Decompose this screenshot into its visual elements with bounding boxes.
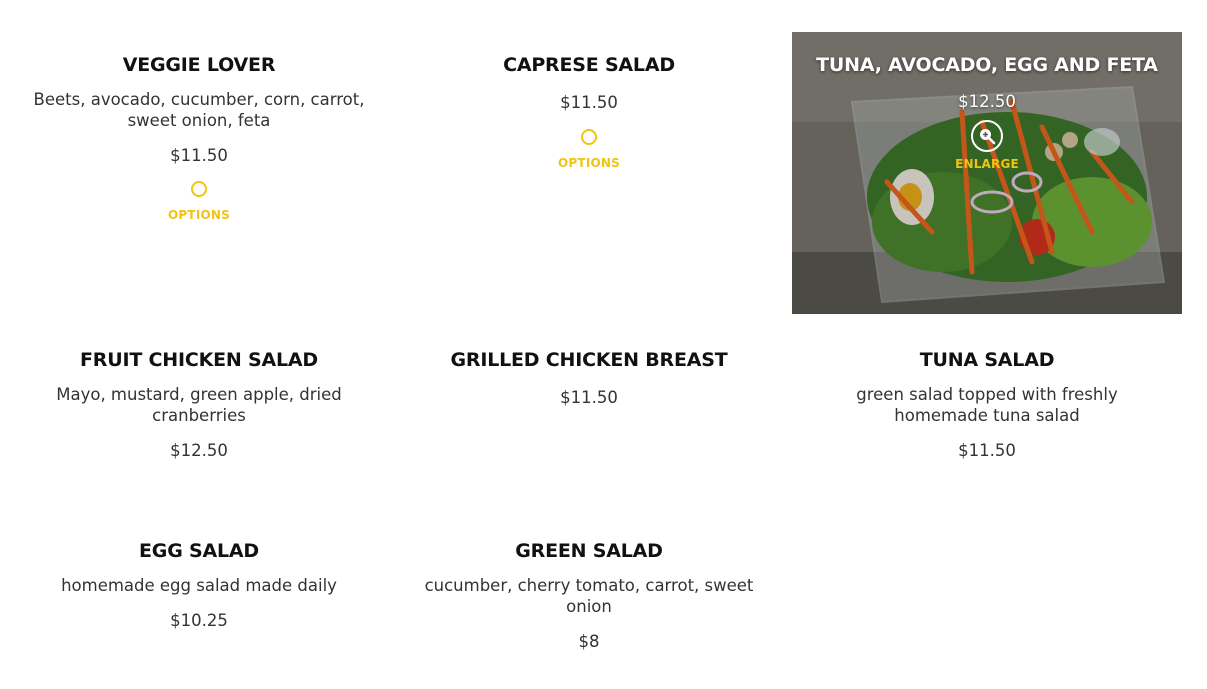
- item-price: $11.50: [560, 93, 618, 112]
- item-title: GREEN SALAD: [515, 540, 663, 562]
- menu-item-tuna-avocado-egg-feta[interactable]: TUNA, AVOCADO, EGG AND FETA $12.50 ENLAR…: [792, 32, 1182, 314]
- enlarge-button[interactable]: ENLARGE: [792, 120, 1182, 171]
- options-label: OPTIONS: [558, 156, 620, 170]
- item-description: green salad topped with freshly homemade…: [856, 385, 1118, 425]
- options-button[interactable]: OPTIONS: [4, 181, 394, 222]
- circle-option-icon: [191, 181, 207, 197]
- options-label: OPTIONS: [168, 208, 230, 222]
- circle-option-icon: [581, 129, 597, 145]
- item-price: $8: [578, 632, 600, 651]
- zoom-in-icon: [980, 129, 996, 145]
- item-price: $10.25: [170, 611, 228, 630]
- item-title: GRILLED CHICKEN BREAST: [450, 349, 728, 371]
- item-title: FRUIT CHICKEN SALAD: [80, 349, 318, 371]
- item-title: CAPRESE SALAD: [503, 54, 675, 76]
- item-description: Mayo, mustard, green apple, dried cranbe…: [56, 385, 342, 425]
- options-button[interactable]: OPTIONS: [394, 129, 784, 170]
- menu-item-grilled-chicken-breast[interactable]: GRILLED CHICKEN BREAST $11.50: [394, 348, 784, 408]
- item-title: TUNA SALAD: [919, 349, 1055, 371]
- item-price: $12.50: [958, 92, 1016, 111]
- item-title: VEGGIE LOVER: [122, 54, 276, 76]
- menu-item-fruit-chicken-salad[interactable]: FRUIT CHICKEN SALAD Mayo, mustard, green…: [4, 348, 394, 461]
- enlarge-label: ENLARGE: [955, 157, 1019, 171]
- item-description: cucumber, cherry tomato, carrot, sweet o…: [424, 576, 754, 616]
- item-price: $11.50: [958, 441, 1016, 460]
- item-price: $12.50: [170, 441, 228, 460]
- item-description: homemade egg salad made daily: [61, 576, 337, 595]
- item-price: $11.50: [560, 388, 618, 407]
- enlarge-circle: [971, 120, 1003, 152]
- item-description: Beets, avocado, cucumber, corn, carrot, …: [33, 90, 365, 130]
- item-price: $11.50: [170, 146, 228, 165]
- menu-item-egg-salad[interactable]: EGG SALAD homemade egg salad made daily …: [4, 539, 394, 631]
- menu-item-caprese-salad[interactable]: CAPRESE SALAD $11.50 OPTIONS: [394, 53, 784, 170]
- item-title: TUNA, AVOCADO, EGG AND FETA: [816, 54, 1158, 76]
- item-title: EGG SALAD: [139, 540, 259, 562]
- menu-item-green-salad[interactable]: GREEN SALAD cucumber, cherry tomato, car…: [394, 539, 784, 652]
- menu-item-veggie-lover[interactable]: VEGGIE LOVER Beets, avocado, cucumber, c…: [4, 53, 394, 222]
- menu-item-tuna-salad[interactable]: TUNA SALAD green salad topped with fresh…: [792, 348, 1182, 461]
